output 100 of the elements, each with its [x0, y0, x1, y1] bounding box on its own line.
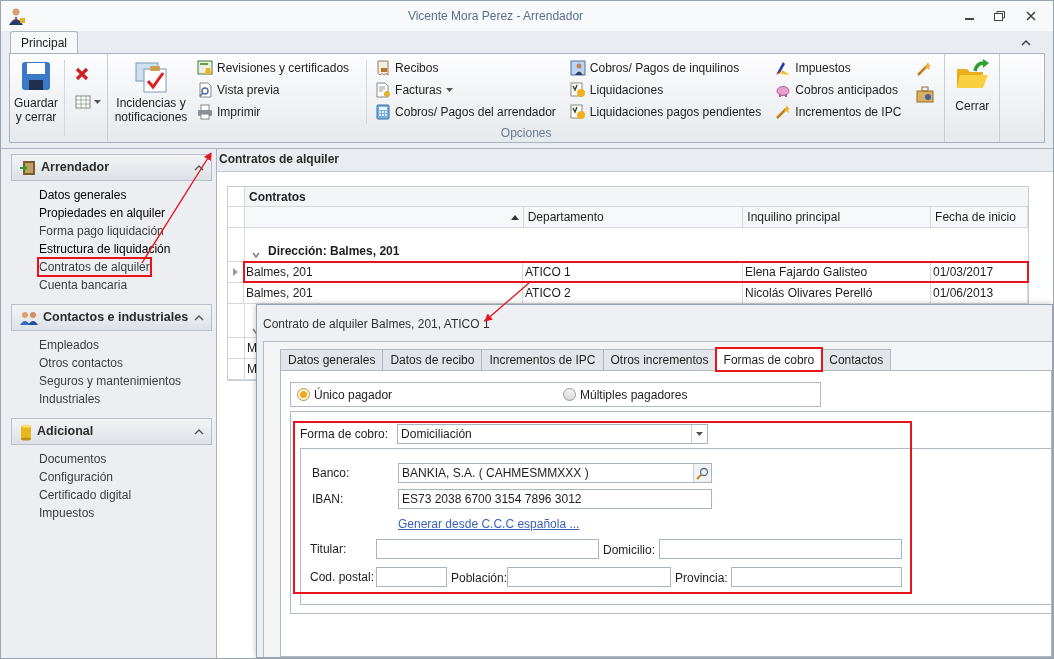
dialog-tab[interactable]: Formas de cobro: [715, 348, 823, 371]
field-label: Banco:: [312, 466, 351, 480]
current-row-icon: [233, 268, 238, 276]
chevron-up-icon: [194, 163, 204, 172]
close-icon: [1024, 9, 1038, 23]
folder-arrow-icon: [955, 59, 990, 91]
checklist-icon: [569, 104, 586, 120]
section-header[interactable]: Contactos e industriales: [11, 304, 212, 331]
town-field[interactable]: [507, 567, 671, 587]
save-button[interactable]: Guardar y cerrar: [10, 54, 62, 142]
restore-icon: [992, 9, 1006, 23]
table-cell: Balmes, 201: [244, 283, 523, 303]
section-header[interactable]: Arrendador: [11, 154, 212, 181]
sidebar-link[interactable]: Datos generales: [38, 186, 128, 204]
delete-button[interactable]: [75, 66, 91, 82]
caret-icon: [696, 432, 704, 436]
group-label: Opciones: [499, 125, 553, 142]
person-card-icon: [569, 60, 586, 76]
window-title: Vicente Mora Perez - Arrendador: [406, 8, 585, 25]
radio-button[interactable]: [297, 388, 310, 401]
wand-button[interactable]: [916, 61, 933, 77]
section-header[interactable]: Adicional: [11, 418, 212, 445]
field-label: Cod. postal:: [310, 570, 376, 584]
people-icon: [19, 309, 39, 326]
group-row-label: Dirección: Balmes, 201: [268, 244, 400, 258]
ribbon-button[interactable]: Cobros/ Pagos de inquilinos: [569, 60, 770, 76]
table-dropdown[interactable]: [75, 94, 101, 110]
table-row[interactable]: Balmes, 201 ATICO 1 Elena Fajardo Galisteo 01/03/2017: [244, 262, 1028, 282]
dialog-tab[interactable]: Contactos: [821, 349, 892, 371]
cylinder-icon: [19, 422, 33, 441]
table-cell: ATICO 1: [523, 262, 743, 282]
ribbon-button[interactable]: Vista previa: [197, 82, 358, 98]
delete-icon: [75, 67, 89, 81]
province-field[interactable]: [731, 567, 902, 587]
sidebar-link[interactable]: Propiedades en alquiler: [38, 204, 167, 222]
chevron-up-icon: [194, 427, 204, 436]
ribbon-button[interactable]: Facturas: [375, 82, 564, 98]
preview-icon: [197, 82, 213, 98]
iban-field[interactable]: ES73 2038 6700 3154 7896 3012: [398, 489, 712, 509]
collapse-ribbon-icon: [1021, 39, 1031, 47]
ribbon-button[interactable]: Cobros anticipados: [775, 82, 910, 98]
field-label: Provincia:: [675, 571, 729, 585]
table-cell: Balmes, 201: [244, 262, 523, 282]
briefcase-button[interactable]: [916, 85, 935, 103]
ribbon-button[interactable]: Liquidaciones pagos pendientes: [569, 104, 770, 120]
postal-code-field[interactable]: [376, 567, 447, 587]
dropdown-caret-icon: [445, 88, 453, 92]
grid-title: Contratos: [245, 187, 1028, 206]
dialog-tab[interactable]: Otros incrementos: [602, 349, 717, 371]
ribbon-button[interactable]: Cobros/ Pagos del arrendador: [375, 104, 564, 120]
table-cell: Nicolás Olivares Perelló: [743, 283, 931, 303]
caret-icon: [94, 100, 101, 104]
briefcase-icon: [916, 85, 935, 103]
door-icon: [19, 159, 37, 176]
page-title: Contratos de alquiler: [218, 151, 341, 168]
dialog-tab[interactable]: Datos de recibo: [382, 349, 483, 371]
dropdown-field[interactable]: Domiciliación: [397, 424, 709, 444]
radio-label[interactable]: Único pagador: [314, 385, 393, 404]
magic-wand-icon: [916, 61, 933, 77]
field-label: Titular:: [310, 542, 348, 556]
minimize-icon: [965, 18, 974, 20]
close-button[interactable]: Cerrar: [945, 54, 1000, 142]
printer-icon: [197, 104, 213, 120]
dialog-tab[interactable]: Incrementos de IPC: [481, 349, 604, 371]
ribbon-button[interactable]: Imprimir: [197, 104, 358, 120]
generate-link[interactable]: Generar desde C.C.C española ...: [398, 515, 1051, 533]
column-header[interactable]: Inquilino principal: [743, 207, 932, 227]
certificate-icon: [197, 60, 213, 76]
invoice-icon: [375, 82, 392, 98]
field-label: Forma de cobro:: [300, 427, 389, 441]
table-icon: [75, 94, 91, 110]
ribbon-button[interactable]: Recibos: [375, 60, 564, 76]
address-field[interactable]: [659, 539, 902, 559]
receipt-icon: [375, 60, 392, 76]
table-cell: 01/06/2013: [931, 283, 1028, 303]
sort-ascending-icon: [510, 214, 519, 220]
search-icon[interactable]: [693, 464, 711, 482]
radio-button[interactable]: [563, 388, 576, 401]
bank-field[interactable]: BANKIA, S.A. ( CAHMESMMXXX ): [398, 463, 712, 483]
ribbon-tab[interactable]: Principal: [10, 31, 79, 53]
dialog-tab[interactable]: Datos generales: [280, 349, 384, 371]
field-label: IBAN:: [312, 492, 345, 506]
column-header[interactable]: Fecha de inicio: [931, 207, 1028, 227]
chevron-up-icon: [194, 313, 204, 322]
table-row[interactable]: Balmes, 201 ATICO 2 Nicolás Olivares Perelló 01/06/2013: [244, 283, 1028, 303]
holder-field[interactable]: [376, 539, 599, 559]
column-header[interactable]: Departamento: [523, 207, 744, 227]
calculator-icon: [375, 104, 392, 120]
table-cell: Elena Fajardo Galisteo: [743, 262, 931, 282]
checklist-icon: [569, 82, 586, 98]
incidents-button[interactable]: Incidencias y notificaciones: [108, 54, 194, 124]
ribbon-button[interactable]: Liquidaciones: [569, 82, 770, 98]
ribbon-button[interactable]: Impuestos: [775, 60, 910, 76]
ribbon-button[interactable]: Revisiones y certificados: [197, 60, 358, 76]
field-label: Población:: [451, 571, 507, 585]
magic-wand-icon: [775, 104, 792, 120]
radio-label[interactable]: Múltiples pagadores: [580, 385, 688, 404]
ribbon-button[interactable]: Incrementos de IPC: [775, 104, 910, 120]
table-cell: 01/03/2017: [931, 262, 1028, 282]
table-cell: ATICO 2: [523, 283, 743, 303]
